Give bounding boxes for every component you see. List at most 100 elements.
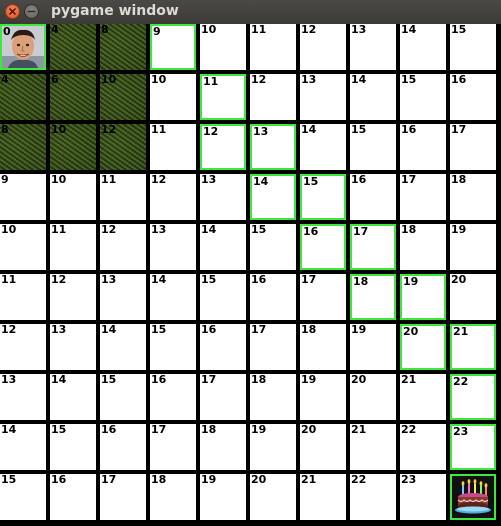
cell-value: 22 bbox=[401, 423, 417, 436]
cell-value: 15 bbox=[251, 223, 267, 236]
birthday-cake-icon bbox=[452, 476, 494, 518]
grid-cell: 15 bbox=[450, 24, 496, 70]
cell-value: 20 bbox=[251, 473, 267, 486]
path-cell: 23 bbox=[450, 424, 496, 470]
grid-cell: 18 bbox=[300, 324, 346, 370]
grid-cell: 20 bbox=[450, 274, 496, 320]
cell-value: 12 bbox=[203, 125, 219, 138]
cell-value: 18 bbox=[401, 223, 417, 236]
grid-cell: 12 bbox=[300, 24, 346, 70]
path-cell: 11 bbox=[200, 74, 246, 120]
grass-cell: 10 bbox=[50, 124, 96, 170]
cell-value: 13 bbox=[351, 23, 367, 36]
grid-cell: 14 bbox=[400, 24, 446, 70]
cell-value: 17 bbox=[451, 123, 467, 136]
cell-value: 22 bbox=[351, 473, 367, 486]
cell-value: 12 bbox=[151, 173, 167, 186]
path-cell: 18 bbox=[350, 274, 396, 320]
grid-cell: 14 bbox=[200, 224, 246, 270]
cell-value: 11 bbox=[1, 273, 17, 286]
grid-cell: 18 bbox=[150, 474, 196, 520]
grid-cell: 11 bbox=[50, 224, 96, 270]
grid-cell: 11 bbox=[150, 124, 196, 170]
grass-cell: 12 bbox=[100, 124, 146, 170]
cell-value: 10 bbox=[101, 73, 117, 86]
cell-value: 21 bbox=[301, 473, 317, 486]
grid-cell: 15 bbox=[150, 324, 196, 370]
cell-value: 16 bbox=[151, 373, 167, 386]
cell-value: 15 bbox=[401, 73, 417, 86]
grid-cell: 18 bbox=[200, 424, 246, 470]
minimize-window-button[interactable] bbox=[24, 4, 39, 19]
cell-value: 10 bbox=[201, 23, 217, 36]
cell-value: 15 bbox=[51, 423, 67, 436]
cell-value: 12 bbox=[251, 73, 267, 86]
grid-cell: 13 bbox=[350, 24, 396, 70]
grid-cell: 15 bbox=[400, 74, 446, 120]
cell-value: 18 bbox=[201, 423, 217, 436]
pygame-window: pygame window 0 4 8 9 10 11 12 13 14 15 4 6 10 10 11 12… bbox=[0, 0, 501, 526]
grid-cell: 20 bbox=[300, 424, 346, 470]
grid-cell: 14 bbox=[300, 124, 346, 170]
grid-cell: 15 bbox=[50, 424, 96, 470]
grid-cell: 9 bbox=[0, 174, 46, 220]
cell-value: 15 bbox=[101, 373, 117, 386]
grid-cell: 10 bbox=[150, 74, 196, 120]
cell-value: 15 bbox=[201, 273, 217, 286]
grid-cell: 14 bbox=[0, 424, 46, 470]
cell-value: 10 bbox=[151, 73, 167, 86]
cell-value: 14 bbox=[101, 323, 117, 336]
cell-value: 14 bbox=[1, 423, 17, 436]
grid-cell: 14 bbox=[50, 374, 96, 420]
cell-value: 19 bbox=[451, 223, 467, 236]
cell-value: 19 bbox=[403, 275, 419, 288]
cell-value: 15 bbox=[451, 23, 467, 36]
cell-value: 9 bbox=[1, 173, 9, 186]
cell-value: 13 bbox=[301, 73, 317, 86]
start-cell: 0 bbox=[0, 24, 46, 70]
cell-value: 11 bbox=[203, 75, 219, 88]
cell-value: 19 bbox=[201, 473, 217, 486]
grid-cell: 15 bbox=[250, 224, 296, 270]
path-cell: 15 bbox=[300, 174, 346, 220]
cell-value: 16 bbox=[451, 73, 467, 86]
grid-cell: 17 bbox=[400, 174, 446, 220]
cell-value: 16 bbox=[51, 473, 67, 486]
cell-value: 20 bbox=[451, 273, 467, 286]
cell-value: 17 bbox=[151, 423, 167, 436]
grid-cell: 12 bbox=[100, 224, 146, 270]
grid-cell: 20 bbox=[250, 474, 296, 520]
close-window-button[interactable] bbox=[5, 4, 20, 19]
grid-cell: 18 bbox=[250, 374, 296, 420]
grid-cell: 19 bbox=[450, 224, 496, 270]
grid-cell: 19 bbox=[250, 424, 296, 470]
cell-value: 18 bbox=[151, 473, 167, 486]
grid-cell: 13 bbox=[100, 274, 146, 320]
cell-value: 12 bbox=[101, 123, 117, 136]
path-cell: 19 bbox=[400, 274, 446, 320]
grid-cell: 17 bbox=[200, 374, 246, 420]
path-cell: 20 bbox=[400, 324, 446, 370]
cell-value: 11 bbox=[101, 173, 117, 186]
grid-cell: 21 bbox=[350, 424, 396, 470]
cell-value: 16 bbox=[201, 323, 217, 336]
cell-value: 18 bbox=[353, 275, 369, 288]
cell-value: 16 bbox=[101, 423, 117, 436]
cell-value: 9 bbox=[153, 25, 161, 38]
path-cell: 16 bbox=[300, 224, 346, 270]
cell-value: 12 bbox=[101, 223, 117, 236]
cell-value: 12 bbox=[51, 273, 67, 286]
path-cell: 13 bbox=[250, 124, 296, 170]
grid-cell: 18 bbox=[400, 224, 446, 270]
cell-value: 18 bbox=[301, 323, 317, 336]
grid-cell: 19 bbox=[350, 324, 396, 370]
path-cell: 21 bbox=[450, 324, 496, 370]
path-cell: 9 bbox=[150, 24, 196, 70]
cell-value: 17 bbox=[401, 173, 417, 186]
cell-value: 16 bbox=[351, 173, 367, 186]
cell-value: 16 bbox=[251, 273, 267, 286]
grid-cell: 14 bbox=[150, 274, 196, 320]
grid-cell: 13 bbox=[50, 324, 96, 370]
grid-cell: 17 bbox=[100, 474, 146, 520]
cell-value: 12 bbox=[1, 323, 17, 336]
